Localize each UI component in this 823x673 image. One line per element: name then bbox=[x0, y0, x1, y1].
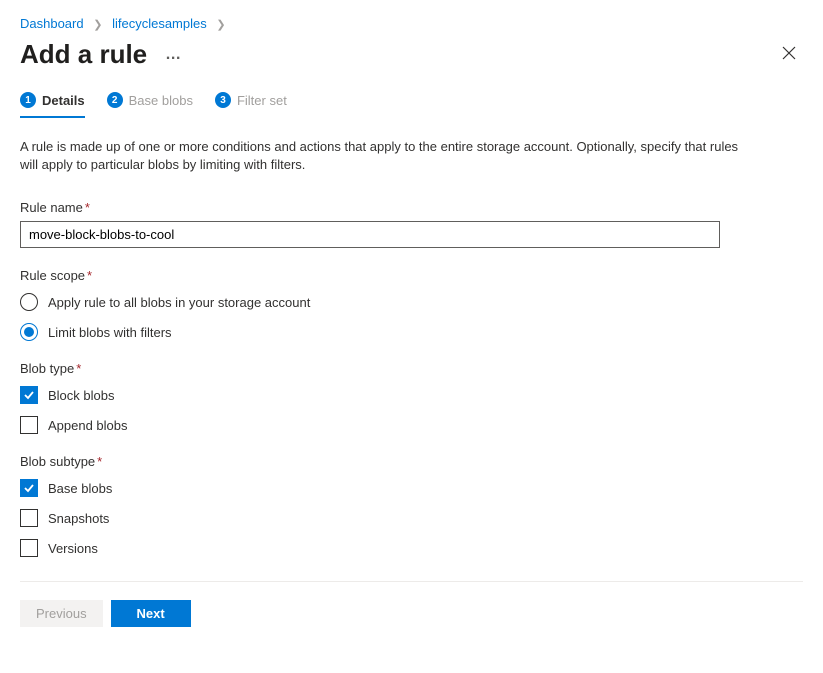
radio-limit-with-filters[interactable]: Limit blobs with filters bbox=[20, 323, 803, 341]
breadcrumb-dashboard[interactable]: Dashboard bbox=[20, 16, 84, 31]
divider bbox=[20, 581, 803, 582]
tab-label: Base blobs bbox=[129, 93, 193, 108]
checkbox-icon bbox=[20, 416, 38, 434]
rule-scope-label: Rule scope* bbox=[20, 268, 803, 283]
tab-details[interactable]: 1 Details bbox=[20, 92, 85, 118]
checkbox-icon bbox=[20, 479, 38, 497]
checkbox-block-blobs[interactable]: Block blobs bbox=[20, 386, 803, 404]
breadcrumb: Dashboard ❯ lifecyclesamples ❯ bbox=[20, 16, 803, 31]
checkbox-label: Block blobs bbox=[48, 388, 114, 403]
checkbox-label: Base blobs bbox=[48, 481, 112, 496]
previous-button[interactable]: Previous bbox=[20, 600, 103, 627]
radio-icon bbox=[20, 323, 38, 341]
more-icon[interactable]: … bbox=[165, 47, 182, 63]
tab-label: Filter set bbox=[237, 93, 287, 108]
breadcrumb-lifecyclesamples[interactable]: lifecyclesamples bbox=[112, 16, 207, 31]
checkbox-append-blobs[interactable]: Append blobs bbox=[20, 416, 803, 434]
close-button[interactable] bbox=[775, 39, 803, 70]
checkbox-label: Append blobs bbox=[48, 418, 128, 433]
radio-label: Apply rule to all blobs in your storage … bbox=[48, 295, 310, 310]
checkbox-icon bbox=[20, 539, 38, 557]
radio-label: Limit blobs with filters bbox=[48, 325, 172, 340]
tab-number-icon: 3 bbox=[215, 92, 231, 108]
rule-name-label: Rule name* bbox=[20, 200, 803, 215]
checkbox-icon bbox=[20, 509, 38, 527]
page-title: Add a rule … bbox=[20, 39, 182, 70]
tab-number-icon: 1 bbox=[20, 92, 36, 108]
rule-name-input[interactable] bbox=[20, 221, 720, 248]
page-title-text: Add a rule bbox=[20, 39, 147, 70]
checkbox-icon bbox=[20, 386, 38, 404]
blob-type-label: Blob type* bbox=[20, 361, 803, 376]
tab-number-icon: 2 bbox=[107, 92, 123, 108]
chevron-right-icon: ❯ bbox=[216, 18, 225, 31]
checkbox-base-blobs[interactable]: Base blobs bbox=[20, 479, 803, 497]
radio-apply-all-blobs[interactable]: Apply rule to all blobs in your storage … bbox=[20, 293, 803, 311]
tab-base-blobs[interactable]: 2 Base blobs bbox=[107, 92, 193, 118]
checkbox-label: Snapshots bbox=[48, 511, 109, 526]
checkbox-snapshots[interactable]: Snapshots bbox=[20, 509, 803, 527]
tabs: 1 Details 2 Base blobs 3 Filter set bbox=[20, 92, 803, 118]
description-text: A rule is made up of one or more conditi… bbox=[20, 138, 740, 174]
checkbox-versions[interactable]: Versions bbox=[20, 539, 803, 557]
blob-subtype-label: Blob subtype* bbox=[20, 454, 803, 469]
chevron-right-icon: ❯ bbox=[93, 18, 102, 31]
checkbox-label: Versions bbox=[48, 541, 98, 556]
radio-icon bbox=[20, 293, 38, 311]
close-icon bbox=[781, 45, 797, 61]
tab-label: Details bbox=[42, 93, 85, 108]
next-button[interactable]: Next bbox=[111, 600, 191, 627]
tab-filter-set[interactable]: 3 Filter set bbox=[215, 92, 287, 118]
